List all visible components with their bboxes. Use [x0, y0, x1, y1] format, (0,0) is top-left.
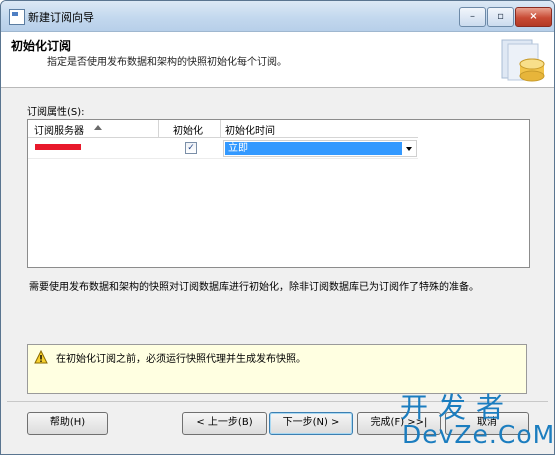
column-header-subscriber[interactable]: 订阅服务器	[34, 122, 84, 137]
window-title: 新建订阅向导	[28, 11, 94, 24]
warning-icon	[34, 350, 48, 364]
watermark-bottom-text: DevZe.CoM	[402, 420, 555, 449]
close-button[interactable]: ×	[515, 7, 552, 27]
wizard-header: 初始化订阅 指定是否使用发布数据和架构的快照初始化每个订阅。	[1, 32, 554, 88]
subscription-properties-grid[interactable]: 订阅服务器 初始化 初始化时间 ✓ 立即	[27, 119, 530, 268]
page-title: 初始化订阅	[11, 39, 72, 53]
sort-ascending-icon	[94, 125, 102, 130]
column-divider[interactable]	[158, 120, 159, 137]
database-graphic-icon	[501, 39, 545, 82]
title-bar[interactable]: 新建订阅向导 – ▫ ×	[1, 1, 554, 32]
back-button[interactable]: < 上一步(B)	[182, 412, 267, 435]
site-watermark: 开发者 DevZe.CoM	[398, 386, 554, 450]
wizard-app-icon	[9, 9, 25, 25]
subscription-properties-label: 订阅属性(S):	[27, 107, 85, 118]
warning-text: 在初始化订阅之前，必须运行快照代理并生成发布快照。	[56, 354, 306, 365]
next-button[interactable]: 下一步(N) >	[269, 412, 353, 435]
maximize-button[interactable]: ▫	[487, 7, 514, 27]
initialize-checkbox[interactable]: ✓	[185, 142, 197, 154]
chevron-down-icon[interactable]	[406, 147, 412, 151]
init-time-dropdown[interactable]: 立即	[223, 140, 417, 157]
init-time-value: 立即	[225, 142, 402, 155]
table-row[interactable]: ✓ 立即	[28, 138, 418, 159]
redacted-subscriber-name	[35, 144, 81, 150]
description-text: 需要使用发布数据和架构的快照对订阅数据库进行初始化，除非订阅数据库已为订阅作了特…	[29, 282, 479, 293]
page-subtitle: 指定是否使用发布数据和架构的快照初始化每个订阅。	[47, 57, 287, 68]
help-button[interactable]: 帮助(H)	[27, 412, 108, 435]
grid-header: 订阅服务器 初始化 初始化时间	[28, 120, 418, 138]
column-header-initialize[interactable]: 初始化	[173, 122, 203, 137]
column-header-init-time[interactable]: 初始化时间	[225, 122, 275, 137]
column-divider[interactable]	[220, 120, 221, 137]
minimize-button[interactable]: –	[459, 7, 486, 27]
